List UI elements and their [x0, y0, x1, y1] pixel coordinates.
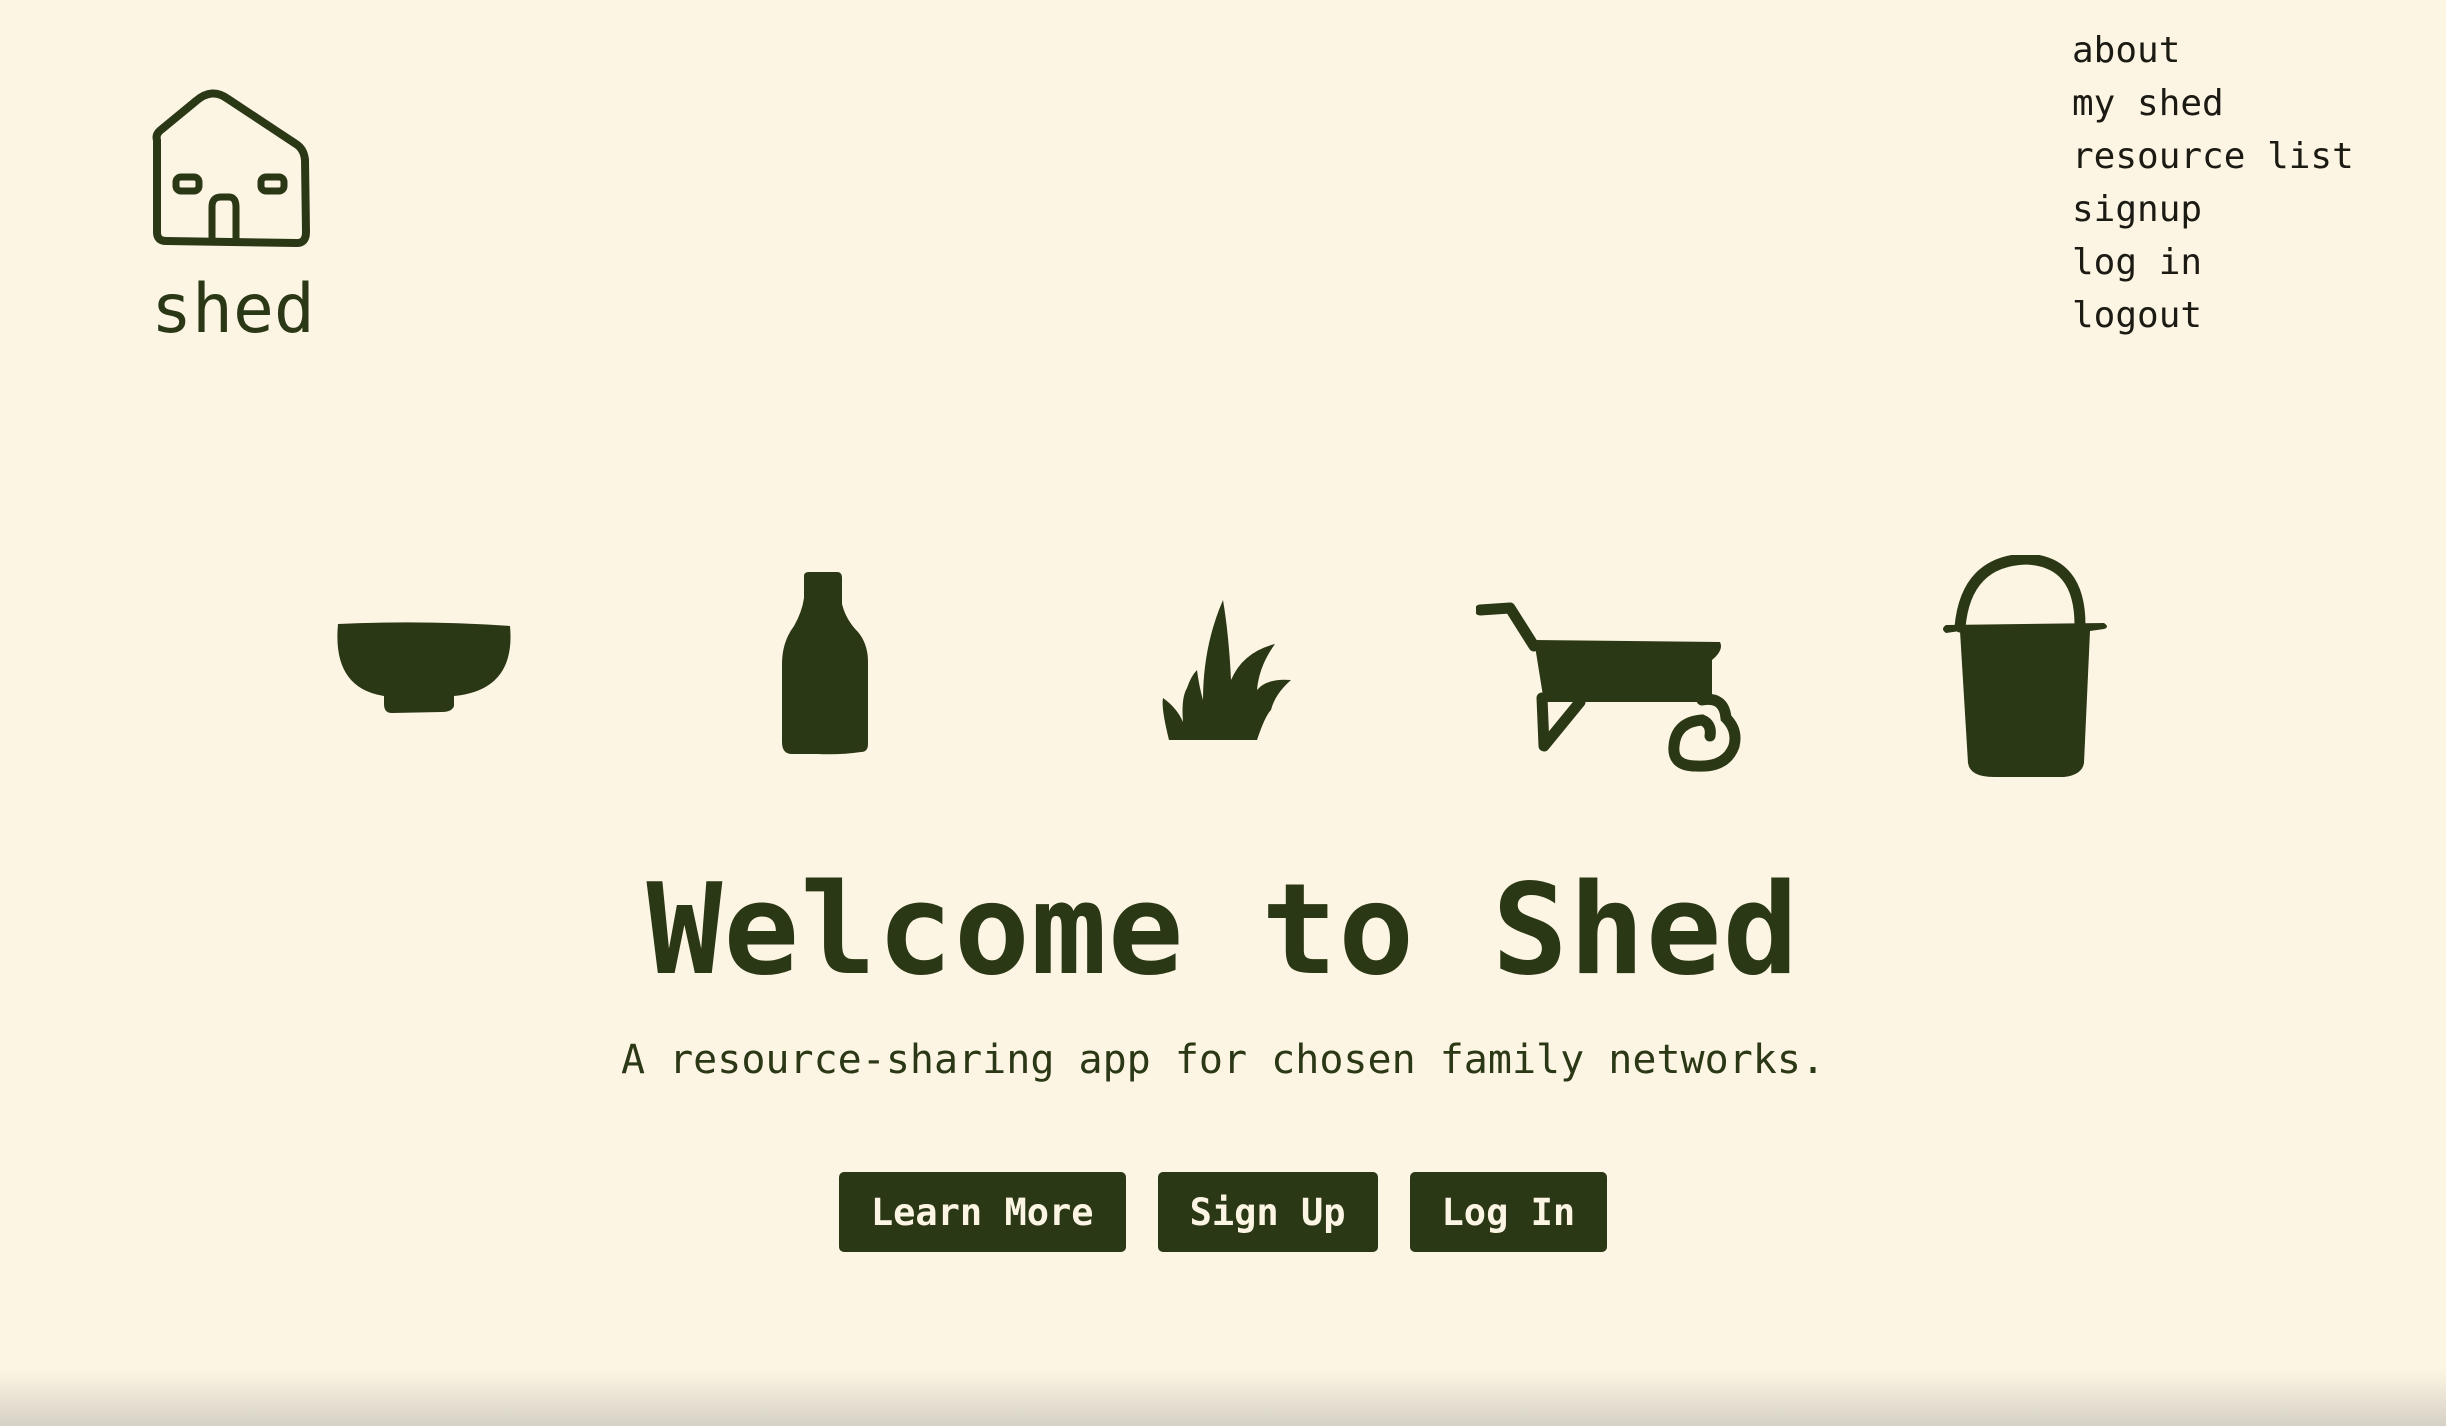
bowl-icon — [337, 622, 511, 713]
home-logo-link[interactable]: shed — [148, 80, 318, 350]
log-in-button[interactable]: Log In — [1409, 1172, 1608, 1252]
bottle-icon — [782, 572, 868, 755]
page-title: Welcome to Shed — [646, 856, 1800, 1003]
hero-icon-row — [0, 550, 2446, 780]
nav-resource-list[interactable]: resource list — [2072, 136, 2354, 177]
main-nav: about my shed resource list signup log i… — [2072, 26, 2354, 344]
house-icon — [152, 89, 310, 247]
nav-signup[interactable]: signup — [2072, 189, 2202, 230]
sign-up-button[interactable]: Sign Up — [1157, 1172, 1378, 1252]
wheelbarrow-icon — [1476, 602, 1741, 772]
nav-about[interactable]: about — [2072, 30, 2180, 71]
cta-button-group: Learn More Sign Up Log In — [0, 1172, 2446, 1252]
page-subtitle: A resource-sharing app for chosen family… — [620, 1037, 1826, 1083]
logo-text: shed — [151, 270, 315, 349]
window-bottom-edge — [0, 1370, 2446, 1426]
plant-icon — [1162, 600, 1291, 740]
nav-logout[interactable]: logout — [2072, 295, 2202, 336]
nav-my-shed[interactable]: my shed — [2072, 83, 2224, 124]
nav-log-in[interactable]: log in — [2072, 242, 2202, 283]
learn-more-button[interactable]: Learn More — [838, 1172, 1126, 1252]
bucket-icon — [1943, 555, 2107, 777]
